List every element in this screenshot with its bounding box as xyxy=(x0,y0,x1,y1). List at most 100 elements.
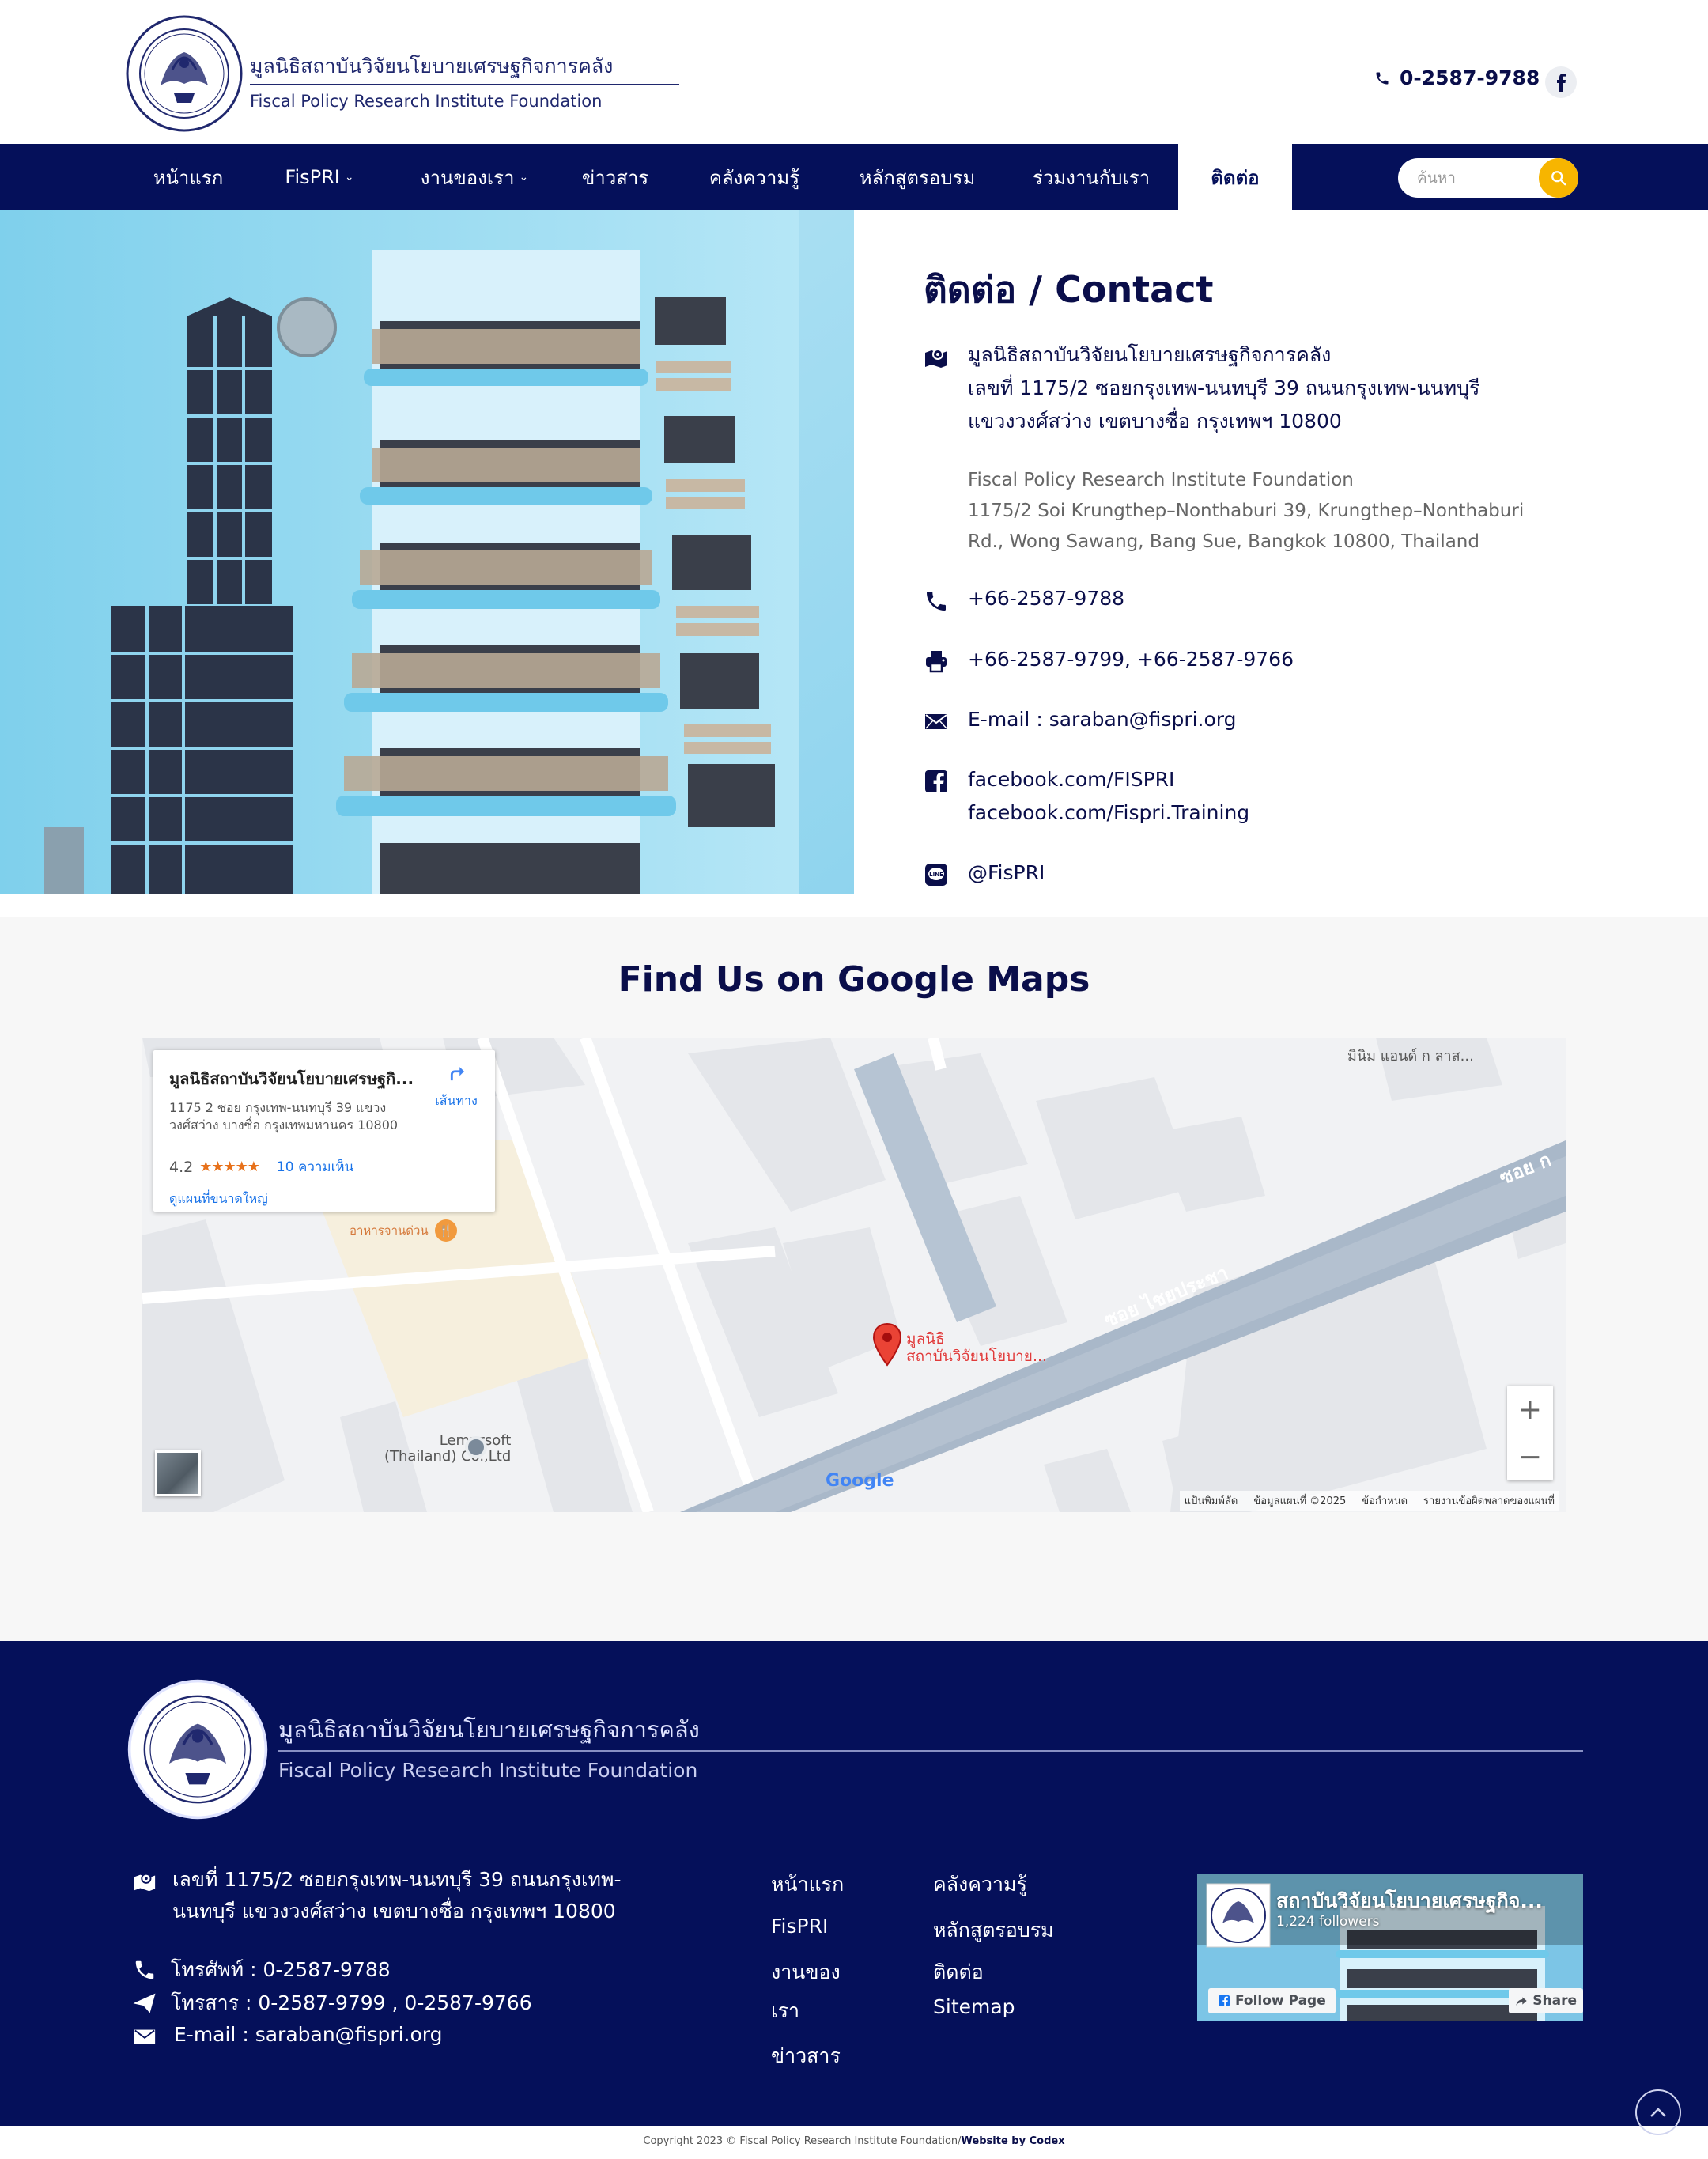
search-icon xyxy=(1551,171,1566,186)
nav-label: หน้าแรก xyxy=(153,166,224,189)
footer-link-our-work-cont[interactable]: เรา xyxy=(771,1995,799,2027)
nav-label: คลังความรู้ xyxy=(709,166,800,189)
footer-link-courses[interactable]: หลักสูตรอบรม xyxy=(933,1915,1054,1946)
logo-divider xyxy=(250,84,679,85)
footer-logo-divider xyxy=(278,1750,1583,1752)
chevron-up-icon xyxy=(1650,2108,1666,2117)
phone-icon xyxy=(135,1960,154,1979)
header-facebook-button[interactable] xyxy=(1545,66,1577,98)
logo-title-en: Fiscal Policy Research Institute Foundat… xyxy=(250,92,603,111)
contact-line[interactable]: @FisPRI xyxy=(968,856,1045,890)
copyright-text: Copyright 2023 © Fiscal Policy Research … xyxy=(643,2135,962,2147)
facebook-page-widget[interactable]: สถาบันวิจัยนโยบายเศรษฐกิจ... 1,224 follo… xyxy=(1197,1874,1583,2021)
share-icon xyxy=(1516,1997,1527,2006)
nav-item-news[interactable]: ข่าวสาร xyxy=(569,144,661,210)
nav-item-fispri[interactable]: FisPRI ⌄ xyxy=(266,144,373,210)
phone-icon xyxy=(1376,72,1389,84)
map-poi-lemursoft-line1: Lemursoft xyxy=(384,1433,512,1449)
nav-item-knowledge[interactable]: คลังความรู้ xyxy=(693,144,816,210)
map-report-error-link[interactable]: รายงานข้อผิดพลาดของแผนที่ xyxy=(1423,1492,1555,1509)
site-logo[interactable]: มูลนิธิสถาบันวิจัยนโยบายเศรษฐกิจการคลัง … xyxy=(125,14,679,133)
footer-logo-en: Fiscal Policy Research Institute Foundat… xyxy=(278,1759,698,1782)
facebook-icon xyxy=(1557,74,1566,92)
nav-item-our-work[interactable]: งานของเรา ⌄ xyxy=(403,144,546,210)
footer-fax: โทรสาร : 0-2587-9799 , 0-2587-9766 xyxy=(171,1991,532,2014)
nav-item-contact[interactable]: ติดต่อ xyxy=(1178,144,1292,210)
facebook-follow-label: Follow Page xyxy=(1235,1993,1326,2009)
footer-email[interactable]: E-mail : saraban@fispri.org xyxy=(174,2019,443,2051)
contact-title: ติดต่อ / Contact xyxy=(924,268,1214,311)
directions-button[interactable]: เส้นทาง xyxy=(427,1061,486,1111)
contact-email[interactable]: E-mail : saraban@fispri.org xyxy=(968,703,1237,736)
place-reviews-link[interactable]: 10 ความเห็น xyxy=(277,1156,353,1178)
nav-label: FisPRI xyxy=(285,166,340,188)
footer-link-fispri[interactable]: FisPRI xyxy=(771,1915,828,1938)
website-credit-link[interactable]: Website by Codex xyxy=(962,2135,1065,2147)
footer-phone[interactable]: โทรศัพท์ : 0-2587-9788 xyxy=(171,1954,391,1986)
facebook-icon xyxy=(1219,1995,1230,2006)
map-poi-lemursoft[interactable]: Lemursoft (Thailand) Co.,Ltd xyxy=(384,1433,511,1465)
header-phone[interactable]: 0-2587-9788 xyxy=(1374,66,1540,89)
map-data-credit: ข้อมูลแผนที่ ©2025 xyxy=(1253,1495,1347,1507)
fax-icon xyxy=(926,651,947,673)
contact-facebook-fispri[interactable]: facebook.com/FISPRI xyxy=(968,763,1174,796)
footer-address-line1: เลขที่ 1175/2 ซอยกรุงเทพ-นนทบุรี 39 ถนนก… xyxy=(172,1868,622,1891)
facebook-page-title[interactable]: สถาบันวิจัยนโยบายเศรษฐกิจ... xyxy=(1276,1885,1543,1917)
facebook-share-button[interactable]: Share xyxy=(1509,1988,1583,2013)
contact-facebook-training[interactable]: facebook.com/Fispri.Training xyxy=(968,796,1249,830)
map-terms-link[interactable]: ข้อกำหนด xyxy=(1362,1492,1408,1509)
search-button[interactable] xyxy=(1539,158,1578,198)
contact-address-th-line3: แขวงวงศ์สว่าง เขตบางซื่อ กรุงเทพฯ 10800 xyxy=(968,410,1342,433)
footer-link-home[interactable]: หน้าแรก xyxy=(771,1869,844,1900)
site-header: มูลนิธิสถาบันวิจัยนโยบายเศรษฐกิจการคลัง … xyxy=(0,0,1708,144)
footer-link-our-work[interactable]: งานของ xyxy=(771,1957,841,1988)
nav-item-courses[interactable]: หลักสูตรอบรม xyxy=(848,144,987,210)
contact-phone[interactable]: +66-2587-9788 xyxy=(968,582,1124,615)
nav-item-home[interactable]: หน้าแรก xyxy=(134,144,242,210)
chevron-down-icon: ⌄ xyxy=(519,171,529,183)
google-map[interactable]: มินิม แอนด์ ก ลาส... อาหารจานด่วน 🍴 มูลน… xyxy=(142,1038,1566,1512)
facebook-square-icon xyxy=(925,770,947,792)
contact-fax: +66-2587-9799, +66-2587-9766 xyxy=(968,648,1294,671)
view-larger-map-link[interactable]: ดูแผนที่ขนาดใหญ่ xyxy=(169,1189,268,1209)
map-marker-label-2: สถาบันวิจัยนโยบาย... xyxy=(906,1348,1048,1365)
place-name: มูลนิธิสถาบันวิจัยนโยบายเศรษฐกิ... xyxy=(169,1069,414,1088)
restaurant-pin-icon[interactable]: 🍴 xyxy=(435,1219,457,1242)
facebook-followers: 1,224 followers xyxy=(1276,1914,1380,1930)
chevron-down-icon: ⌄ xyxy=(344,171,354,183)
map-marker-icon[interactable] xyxy=(871,1322,903,1367)
zoom-out-button[interactable]: − xyxy=(1507,1433,1553,1480)
zoom-controls: + − xyxy=(1507,1386,1553,1480)
nav-item-careers[interactable]: ร่วมงานกับเรา xyxy=(1018,144,1164,210)
footer-address-line2: นนทบุรี แขวงวงศ์สว่าง เขตบางซื่อ กรุงเทพ… xyxy=(172,1900,616,1923)
envelope-icon xyxy=(925,714,947,729)
satellite-toggle-button[interactable] xyxy=(155,1450,201,1496)
map-location-icon xyxy=(134,1873,156,1892)
footer-logo-th: มูลนิธิสถาบันวิจัยนโยบายเศรษฐกิจการคลัง xyxy=(278,1716,700,1743)
map-place-card: มูลนิธิสถาบันวิจัยนโยบายเศรษฐกิ... 1175 … xyxy=(153,1050,495,1212)
contact-address-en-line2: 1175/2 Soi Krungthep–Nonthaburi 39, Krun… xyxy=(968,501,1525,521)
search-input[interactable] xyxy=(1398,158,1539,198)
envelope-icon xyxy=(134,2029,156,2044)
send-icon xyxy=(133,1993,156,2013)
map-poi-fastfood[interactable]: อาหารจานด่วน xyxy=(350,1221,429,1240)
svg-text:LINE: LINE xyxy=(929,872,943,878)
footer-link-sitemap[interactable]: Sitemap xyxy=(933,1995,1015,2018)
contact-address-th-line1: มูลนิธิสถาบันวิจัยนโยบายเศรษฐกิจการคลัง xyxy=(968,343,1332,366)
footer-link-knowledge[interactable]: คลังความรู้ xyxy=(933,1869,1027,1900)
footer-link-news[interactable]: ข่าวสาร xyxy=(771,2040,841,2072)
footer-link-contact[interactable]: ติดต่อ xyxy=(933,1957,984,1988)
directions-label: เส้นทาง xyxy=(435,1093,478,1108)
nav-label: หลักสูตรอบรม xyxy=(859,166,976,189)
nav-label: ร่วมงานกับเรา xyxy=(1032,166,1151,189)
back-to-top-button[interactable] xyxy=(1635,2089,1681,2135)
place-pin-icon[interactable] xyxy=(465,1436,487,1458)
place-rating-value: 4.2 xyxy=(169,1158,194,1176)
zoom-in-button[interactable]: + xyxy=(1507,1386,1553,1433)
nav-label: ติดต่อ xyxy=(1211,166,1260,189)
map-keyboard-shortcuts[interactable]: แป้นพิมพ์ลัด xyxy=(1185,1492,1238,1509)
facebook-follow-button[interactable]: Follow Page xyxy=(1208,1988,1336,2013)
contact-address-en-line1: Fiscal Policy Research Institute Foundat… xyxy=(968,470,1354,490)
map-poi-lemursoft-line2: (Thailand) Co.,Ltd xyxy=(384,1448,512,1465)
map-footer: แป้นพิมพ์ลัด ข้อมูลแผนที่ ©2025 ข้อกำหนด… xyxy=(1179,1491,1559,1511)
